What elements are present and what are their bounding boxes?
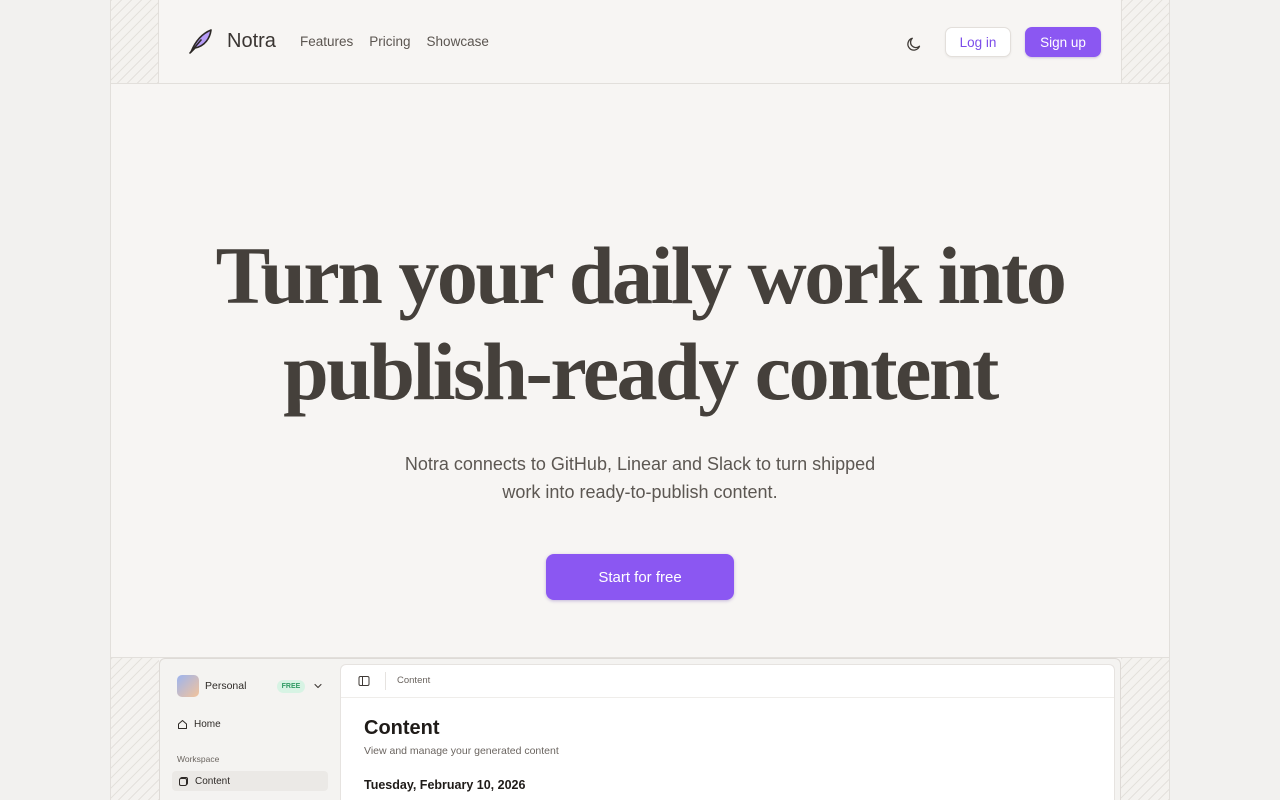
home-icon xyxy=(178,720,187,729)
preview-hatch-right xyxy=(1121,658,1169,800)
main-toolbar: Content xyxy=(341,665,1114,698)
hero-subtitle-line-2: work into ready-to-publish content. xyxy=(502,482,778,502)
plan-badge: FREE xyxy=(277,680,305,693)
workspace-avatar xyxy=(177,675,199,697)
sidebar-item-label: Content xyxy=(195,775,231,787)
sidebar-section-label: Workspace xyxy=(177,754,220,764)
start-for-free-button[interactable]: Start for free xyxy=(546,554,734,600)
header-hatch-right xyxy=(1122,0,1169,83)
header-divider xyxy=(111,83,1169,84)
date-heading: Tuesday, February 10, 2026 xyxy=(364,778,526,792)
nav-pricing[interactable]: Pricing xyxy=(369,34,410,49)
workspace-switcher[interactable]: Personal FREE xyxy=(177,675,322,697)
content-icon xyxy=(179,776,188,786)
moon-icon[interactable] xyxy=(905,35,923,53)
page-description: View and manage your generated content xyxy=(364,745,559,757)
main-panel: Content Content View and manage your gen… xyxy=(340,664,1115,800)
signup-button[interactable]: Sign up xyxy=(1025,27,1101,57)
chevron-down-icon xyxy=(314,683,322,689)
hero-subtitle-line-1: Notra connects to GitHub, Linear and Sla… xyxy=(404,454,876,474)
workspace-name: Personal xyxy=(205,680,247,692)
nav-features[interactable]: Features xyxy=(300,34,353,49)
hero-title-line-2: publish-ready content xyxy=(283,326,999,417)
header-hatch-left xyxy=(111,0,158,83)
brand-name: Notra xyxy=(227,29,276,52)
sidebar-item-home[interactable]: Home xyxy=(177,719,221,730)
nav-showcase[interactable]: Showcase xyxy=(427,34,489,49)
toolbar-divider xyxy=(385,672,386,690)
sidebar-item-content[interactable]: Content xyxy=(172,771,328,791)
preview-hatch-left xyxy=(111,658,159,800)
app-preview: Personal FREE Home Workspace Content Con… xyxy=(159,658,1121,800)
page-title: Content xyxy=(364,717,440,739)
sidebar-item-label: Home xyxy=(194,719,221,730)
hero-title: Turn your daily work into publish-ready … xyxy=(110,228,1170,420)
sidebar-toggle-icon[interactable] xyxy=(358,675,370,687)
site-header: Notra Features Pricing Showcase Log in S… xyxy=(158,0,1122,83)
feather-logo-icon xyxy=(189,29,212,54)
login-button[interactable]: Log in xyxy=(945,27,1011,57)
main-nav: Features Pricing Showcase xyxy=(300,34,489,49)
breadcrumb: Content xyxy=(397,675,431,686)
hero-subtitle: Notra connects to GitHub, Linear and Sla… xyxy=(380,450,900,506)
logo-link[interactable]: Notra xyxy=(187,28,276,54)
hero-title-line-1: Turn your daily work into xyxy=(215,230,1067,321)
